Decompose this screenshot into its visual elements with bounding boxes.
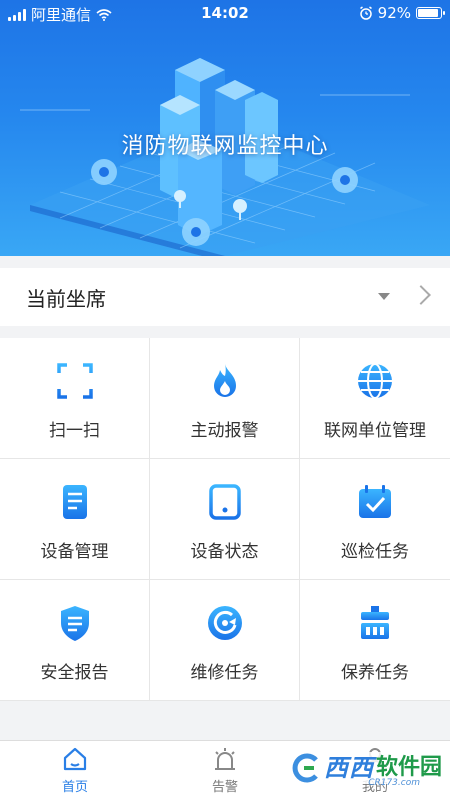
flame-icon [213, 364, 236, 397]
grid-item-maintenance-task[interactable]: 保养任务 [300, 580, 450, 701]
tab-label: 告警 [211, 780, 238, 795]
dropdown-arrow-icon[interactable] [378, 293, 390, 300]
status-bar: 阿里通信 14:02 92% [0, 0, 450, 26]
grid-item-label: 巡检任务 [341, 542, 409, 562]
watermark-logo-icon [292, 753, 318, 783]
grid-item-label: 维修任务 [190, 663, 259, 683]
grid-item-device-management[interactable]: 设备管理 [0, 459, 150, 580]
scan-icon [56, 363, 93, 399]
watermark-site: CR173.com [368, 778, 420, 788]
tab-label: 首页 [61, 780, 88, 795]
chevron-right-icon[interactable] [411, 285, 431, 305]
grid-item-repair-task[interactable]: 维修任务 [150, 580, 300, 701]
grid-item-label: 联网单位管理 [324, 421, 426, 441]
home-icon [63, 747, 87, 771]
current-seat-row[interactable]: 当前坐席 [0, 268, 450, 326]
grid-item-inspection-task[interactable]: 巡检任务 [300, 459, 450, 580]
grid-item-scan[interactable]: 扫一扫 [0, 338, 150, 459]
grid-item-label: 设备管理 [40, 542, 109, 562]
battery-icon [416, 7, 445, 19]
tab-home[interactable]: 首页 [0, 741, 150, 800]
battery-percent: 92% [377, 4, 411, 22]
alarm-clock-icon [359, 6, 372, 20]
repair-icon [207, 606, 242, 640]
watermark-brand: 西西 [323, 754, 374, 782]
banner-title: 消防物联网监控中心 [121, 134, 329, 159]
maintenance-icon [361, 606, 389, 639]
grid-item-label: 主动报警 [190, 421, 259, 441]
watermark-brand2: 软件园 [375, 755, 442, 780]
globe-icon [358, 363, 392, 399]
device-icon [208, 484, 241, 520]
document-icon [62, 485, 87, 519]
siren-icon [215, 748, 235, 770]
calendar-check-icon [359, 485, 391, 518]
grid-item-alarm[interactable]: 主动报警 [150, 338, 300, 459]
grid-item-label: 扫一扫 [49, 421, 100, 441]
watermark: 西西 软件园 CR173.com [289, 752, 442, 788]
banner: 阿里通信 14:02 92% 消防物联网监控中心 [0, 0, 450, 256]
function-grid: 扫一扫 主动报警 联网单位管理 设备管理 设备状态 巡检任务 安全报告 维修任务… [0, 338, 450, 701]
shield-report-icon [60, 606, 89, 641]
grid-item-device-status[interactable]: 设备状态 [150, 459, 300, 580]
grid-item-label: 保养任务 [341, 663, 409, 683]
grid-item-safety-report[interactable]: 安全报告 [0, 580, 150, 701]
seat-label: 当前坐席 [26, 286, 106, 311]
grid-item-label: 设备状态 [190, 542, 259, 562]
grid-item-label: 安全报告 [40, 663, 109, 683]
tab-alarm[interactable]: 告警 [150, 741, 300, 800]
grid-item-unit-management[interactable]: 联网单位管理 [300, 338, 450, 459]
